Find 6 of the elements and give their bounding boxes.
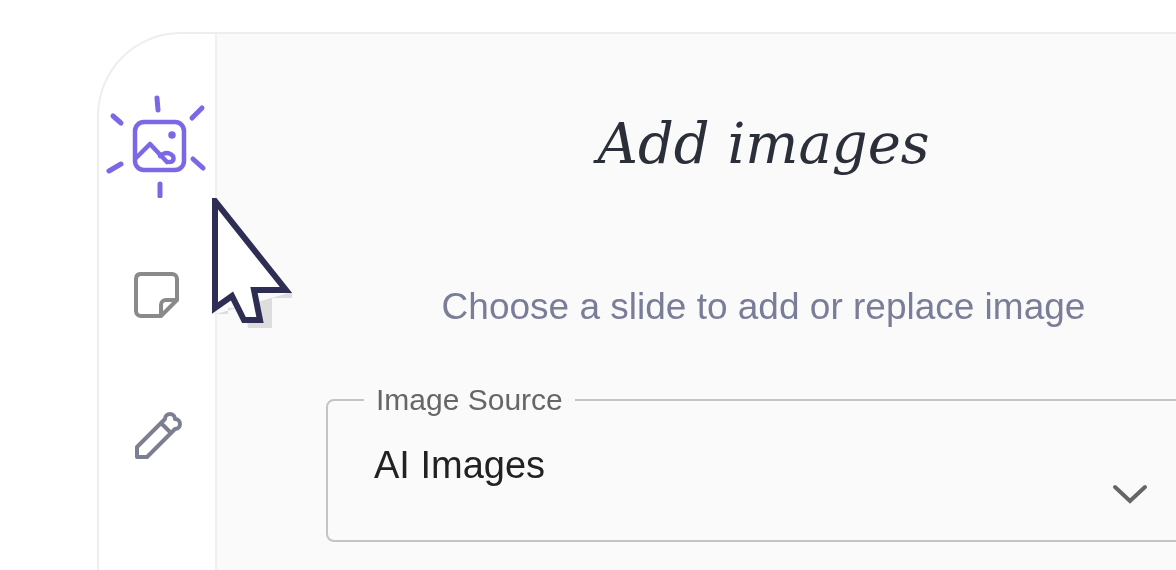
field-label: Image Source	[375, 382, 564, 418]
selected-value: AI Images	[374, 444, 547, 487]
pencil-tool-button[interactable]	[132, 412, 182, 462]
instruction-text: Choose a slide to add or replace image	[441, 285, 1086, 329]
note-tool-button[interactable]	[132, 270, 182, 320]
chevron-down-icon	[1112, 484, 1148, 504]
